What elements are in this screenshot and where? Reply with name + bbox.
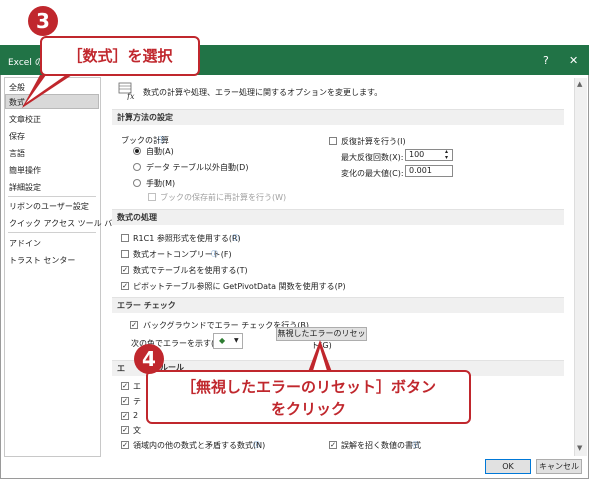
formula-fx-icon: fx [118,82,138,101]
misleading-format-label: 誤解を招く数値の書式 [341,441,421,450]
r1c1-label: R1C1 参照形式を使用する(R) [133,234,241,243]
section-title: 数式の処理 [117,213,157,222]
sidebar-item-customize-ribbon[interactable]: リボンのユーザー設定 [9,201,89,212]
section-header-formulas: 数式の処理 [112,209,564,225]
callout-line-2: をクリック [270,400,346,418]
section-title: エ [117,364,125,373]
step-3-badge: 3 [28,6,58,36]
sidebar-divider [8,232,96,233]
chevron-down-icon: ▼ [234,337,239,344]
help-icon[interactable]: ? [543,54,549,67]
section-header-calculation: 計算方法の設定 [112,109,564,125]
sidebar-item-language[interactable]: 言語 [9,148,25,159]
sidebar-item-general[interactable]: 全般 [9,82,25,93]
max-change-input[interactable]: 0.001 [405,165,453,177]
reset-ignored-errors-button[interactable]: 無視したエラーのリセット(G) [276,327,367,350]
sidebar-item-accessibility[interactable]: 簡単操作 [9,165,41,176]
callout-line-1: ［無視したエラーのリセット］ボタン [180,378,436,396]
sidebar-item-quick-access[interactable]: クイック アクセス ツール バー [9,218,120,229]
radio-manual[interactable] [133,179,141,187]
max-change-label: 変化の最大値(C): [341,169,404,178]
radio-auto[interactable] [133,147,141,155]
callout-select-formulas: ［数式］を選択 [40,36,200,76]
table-names-label: 数式でテーブル名を使用する(T) [133,266,248,275]
scroll-down-icon[interactable]: ▼ [577,444,582,452]
paint-bucket-icon: ◆ [219,336,226,345]
page-description: 数式の計算や処理、エラー処理に関するオプションを変更します。 [143,88,383,97]
checkbox-r1c1[interactable] [121,234,129,242]
sidebar-item-advanced[interactable]: 詳細設定 [9,182,41,193]
checkbox-table-names[interactable]: ✓ [121,266,129,274]
checkbox-rule-2[interactable]: ✓ [121,397,129,405]
sidebar-item-save[interactable]: 保存 [9,131,25,142]
section-title: エラー チェック [117,301,176,310]
sidebar-item-proofing[interactable]: 文章校正 [9,114,41,125]
step-4-badge: 4 [134,344,164,374]
checkbox-background-error[interactable]: ✓ [130,321,138,329]
rule-1-label: エ [133,382,141,391]
checkbox-autocomplete[interactable] [121,250,129,258]
checkbox-recalc-before-save [148,193,156,201]
checkbox-getpivotdata[interactable]: ✓ [121,282,129,290]
rule-4-label: 文 [133,426,141,435]
info-icon: ⓘ [253,441,260,449]
rule-3-label: 2 [133,411,139,420]
spinner-icon[interactable]: ▴ ▾ [445,149,448,161]
info-icon: ⓘ [211,250,218,258]
sidebar-item-formulas[interactable]: 数式 [9,97,25,108]
info-icon: ⓘ [412,441,419,449]
getpivotdata-label: ピボットテーブル参照に GetPivotData 関数を使用する(P) [133,282,346,291]
recalc-before-save-label: ブックの保存前に再計算を行う(W) [160,193,287,202]
radio-auto-except-tables-label: データ テーブル以外自動(D) [146,163,249,172]
radio-manual-label: 手動(M) [146,179,176,188]
scrollbar[interactable]: ▲ ▼ [574,78,587,456]
ok-button[interactable]: OK [485,459,531,474]
checkbox-iterative[interactable] [329,137,337,145]
rule-2-label: テ [133,397,141,406]
iterative-label: 反復計算を行う(I) [341,137,406,146]
inconsistent-formula-label: 領域内の他の数式と矛盾する数式(N) [133,441,266,450]
callout-reset-errors: ［無視したエラーのリセット］ボタン をクリック [146,370,471,424]
info-icon: ⓘ [158,136,165,144]
checkbox-misleading-format[interactable]: ✓ [329,441,337,449]
checkbox-rule-4[interactable]: ✓ [121,426,129,434]
radio-auto-label: 自動(A) [146,147,174,156]
max-iterations-label: 最大反復回数(X): [341,153,404,162]
sidebar-item-addins[interactable]: アドイン [9,238,41,249]
info-icon: ⓘ [232,234,239,242]
radio-auto-except-tables[interactable] [133,163,141,171]
checkbox-inconsistent-formula[interactable]: ✓ [121,441,129,449]
svg-text:fx: fx [126,92,135,100]
sidebar-item-trust-center[interactable]: トラスト センター [9,255,75,266]
cancel-button[interactable]: キャンセル [536,459,582,474]
section-title: 計算方法の設定 [117,113,173,122]
close-icon[interactable]: ✕ [569,54,578,67]
checkbox-rule-1[interactable]: ✓ [121,382,129,390]
sidebar-divider [8,196,96,197]
section-header-error-checking: エラー チェック [112,297,564,313]
checkbox-rule-3[interactable]: ✓ [121,412,129,420]
scroll-up-icon[interactable]: ▲ [577,80,582,88]
error-color-picker[interactable]: ◆ ▼ [213,333,243,349]
